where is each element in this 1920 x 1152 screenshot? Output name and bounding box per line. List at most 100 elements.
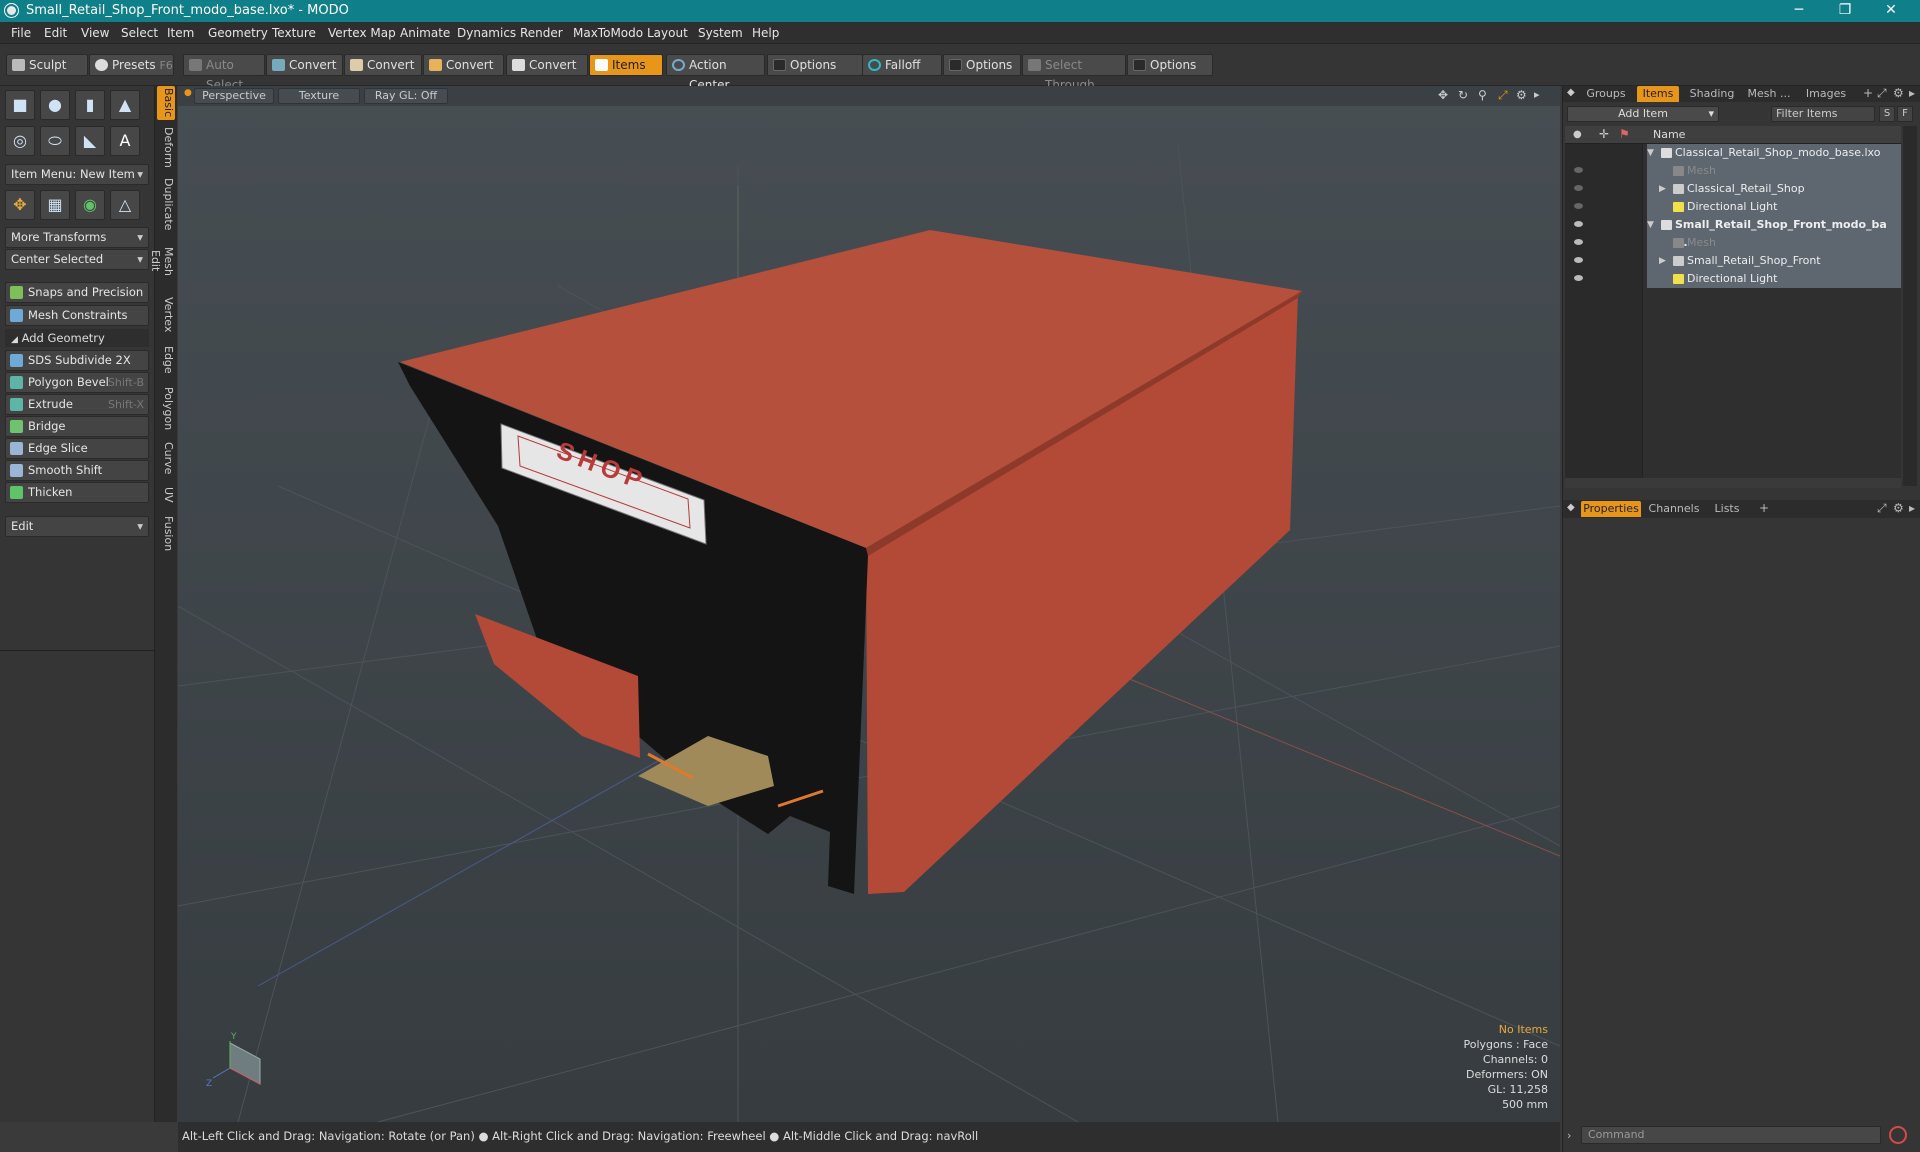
- viewport-canvas[interactable]: SHOP Y Z: [178, 86, 1560, 1122]
- tab-properties[interactable]: Properties: [1581, 501, 1641, 517]
- filter-items-input[interactable]: Filter Items: [1771, 106, 1875, 122]
- items-mode-button[interactable]: Items: [589, 54, 663, 76]
- smooth-shift-button[interactable]: Smooth Shift: [5, 460, 149, 481]
- tab-deform[interactable]: Deform: [157, 126, 175, 168]
- tree-item-classical-scene[interactable]: ▼ Classical_Retail_Shop_modo_base.lxo: [1565, 144, 1901, 162]
- panel-gear-icon[interactable]: ⚙: [1893, 501, 1904, 515]
- snaps-precision-button[interactable]: Snaps and Precision: [5, 282, 149, 303]
- action-center-button[interactable]: Action Center: [666, 54, 765, 92]
- render-icon[interactable]: ⚑: [1619, 127, 1630, 141]
- zoom-icon[interactable]: ⚲: [1478, 88, 1487, 102]
- sds-subdivide-button[interactable]: SDS Subdivide 2X: [5, 350, 149, 371]
- viewport-menu-icon[interactable]: ●: [184, 88, 192, 98]
- cylinder-icon[interactable]: ▮: [75, 90, 105, 120]
- center-selected-dropdown[interactable]: Center Selected: [5, 249, 149, 270]
- edit-dropdown[interactable]: Edit: [5, 516, 149, 537]
- menu-layout[interactable]: Layout: [647, 26, 688, 40]
- options-button-1[interactable]: Options: [767, 54, 863, 76]
- convert-button-4[interactable]: Convert: [506, 54, 588, 76]
- expand-triangle-icon[interactable]: ▼: [1647, 216, 1654, 234]
- visibility-eye-icon[interactable]: [1574, 239, 1583, 245]
- expand-triangle-icon[interactable]: ▶: [1659, 252, 1666, 270]
- cone-icon[interactable]: ▲: [110, 90, 140, 120]
- item-menu-dropdown[interactable]: Item Menu: New Item: [5, 164, 149, 185]
- options-button-2[interactable]: Options: [943, 54, 1021, 76]
- tab-curve[interactable]: Curve: [157, 440, 175, 476]
- menu-file[interactable]: File: [11, 26, 31, 40]
- text-icon[interactable]: A: [110, 126, 140, 156]
- menu-edit[interactable]: Edit: [44, 26, 67, 40]
- tab-duplicate[interactable]: Duplicate: [157, 178, 175, 230]
- menu-render[interactable]: Render: [520, 26, 563, 40]
- mesh-constraints-button[interactable]: Mesh Constraints: [5, 305, 149, 326]
- panel-arrow-icon[interactable]: ▸: [1909, 86, 1915, 100]
- tab-fusion[interactable]: Fusion: [157, 514, 175, 554]
- tree-item-directional-light[interactable]: Directional Light: [1565, 198, 1901, 216]
- expand-panel-icon[interactable]: ⤢: [1877, 86, 1887, 101]
- expand-triangle-icon[interactable]: ▼: [1647, 144, 1654, 162]
- tab-groups[interactable]: Groups: [1581, 86, 1631, 102]
- grid-icon[interactable]: ▦: [40, 190, 70, 220]
- panel-menu-icon[interactable]: ◆: [1567, 87, 1575, 98]
- raygl-button[interactable]: Ray GL: Off: [364, 88, 448, 104]
- tab-items[interactable]: Items: [1637, 86, 1679, 102]
- auto-select-button[interactable]: Auto Select: [183, 54, 265, 92]
- capsule-icon[interactable]: ⬭: [40, 126, 70, 156]
- tab-basic[interactable]: Basic: [157, 86, 175, 120]
- tab-mesh[interactable]: Mesh ...: [1743, 86, 1795, 102]
- close-button[interactable]: ✕: [1868, 0, 1914, 22]
- menu-system[interactable]: System: [698, 26, 743, 40]
- menu-geometry[interactable]: Geometry: [208, 26, 268, 40]
- tab-polygon[interactable]: Polygon: [157, 386, 175, 432]
- falloff-tool-icon[interactable]: △: [110, 190, 140, 220]
- filter-f-button[interactable]: F: [1897, 106, 1913, 122]
- tree-hscrollbar[interactable]: [1565, 478, 1901, 488]
- presets-button[interactable]: Presets F6: [89, 54, 174, 76]
- convert-button-3[interactable]: Convert: [423, 54, 504, 76]
- thicken-button[interactable]: Thicken: [5, 482, 149, 503]
- command-input[interactable]: Command: [1581, 1126, 1881, 1144]
- tab-images[interactable]: Images: [1799, 86, 1853, 102]
- tree-item-mesh[interactable]: Mesh: [1565, 162, 1901, 180]
- more-transforms-dropdown[interactable]: More Transforms: [5, 227, 149, 248]
- sphere-icon[interactable]: ●: [40, 90, 70, 120]
- transform-icon[interactable]: ✥: [5, 190, 35, 220]
- shading-texture-button[interactable]: Texture: [278, 88, 360, 104]
- menu-maxtomodo[interactable]: MaxToModo: [573, 26, 643, 40]
- minimize-button[interactable]: ─: [1776, 0, 1822, 22]
- polygon-bevel-button[interactable]: Polygon Bevel Shift-B: [5, 372, 149, 393]
- 3d-viewport[interactable]: SHOP Y Z ● Perspective Texture Ray GL: O…: [178, 86, 1560, 1122]
- record-icon[interactable]: [1889, 1126, 1907, 1144]
- globe-icon[interactable]: ◉: [75, 190, 105, 220]
- rotate-icon[interactable]: ↻: [1458, 88, 1468, 102]
- cube-icon[interactable]: ■: [5, 90, 35, 120]
- wedge-icon[interactable]: ◣: [75, 126, 105, 156]
- menu-texture[interactable]: Texture: [272, 26, 316, 40]
- torus-icon[interactable]: ◎: [5, 126, 35, 156]
- tree-item-directional-light[interactable]: Directional Light: [1565, 270, 1901, 288]
- tree-item-small-retail-scene[interactable]: ▼Small_Retail_Shop_Front_modo_ba ...: [1565, 216, 1901, 249]
- panel-arrow-icon[interactable]: ▸: [1909, 501, 1915, 515]
- falloff-button[interactable]: Falloff: [862, 54, 942, 76]
- tab-vertex[interactable]: Vertex: [157, 296, 175, 334]
- add-tab-icon[interactable]: +: [1759, 501, 1769, 515]
- visibility-eye-icon[interactable]: [1574, 275, 1583, 281]
- view-perspective-button[interactable]: Perspective: [194, 88, 274, 104]
- tree-item-classical-shop[interactable]: ▶ Classical_Retail_Shop: [1565, 180, 1901, 198]
- lock-icon[interactable]: ✛: [1599, 127, 1609, 141]
- maximize-button[interactable]: ❐: [1822, 0, 1868, 22]
- tab-mesh-edit[interactable]: Mesh Edit: [149, 236, 175, 286]
- select-through-button[interactable]: Select Through: [1022, 54, 1126, 92]
- menu-select[interactable]: Select: [121, 26, 158, 40]
- visibility-eye-icon[interactable]: ●: [1573, 129, 1582, 140]
- tab-shading[interactable]: Shading: [1683, 86, 1741, 102]
- maximize-view-icon[interactable]: ⤢: [1498, 88, 1508, 103]
- add-tab-icon[interactable]: +: [1863, 86, 1873, 100]
- menu-dynamics[interactable]: Dynamics: [457, 26, 516, 40]
- panel-gear-icon[interactable]: ⚙: [1893, 86, 1904, 100]
- pan-icon[interactable]: ✥: [1438, 88, 1448, 102]
- menu-help[interactable]: Help: [752, 26, 779, 40]
- tab-lists[interactable]: Lists: [1707, 501, 1747, 517]
- visibility-eye-icon[interactable]: [1574, 257, 1583, 263]
- tree-scrollbar[interactable]: [1903, 126, 1917, 486]
